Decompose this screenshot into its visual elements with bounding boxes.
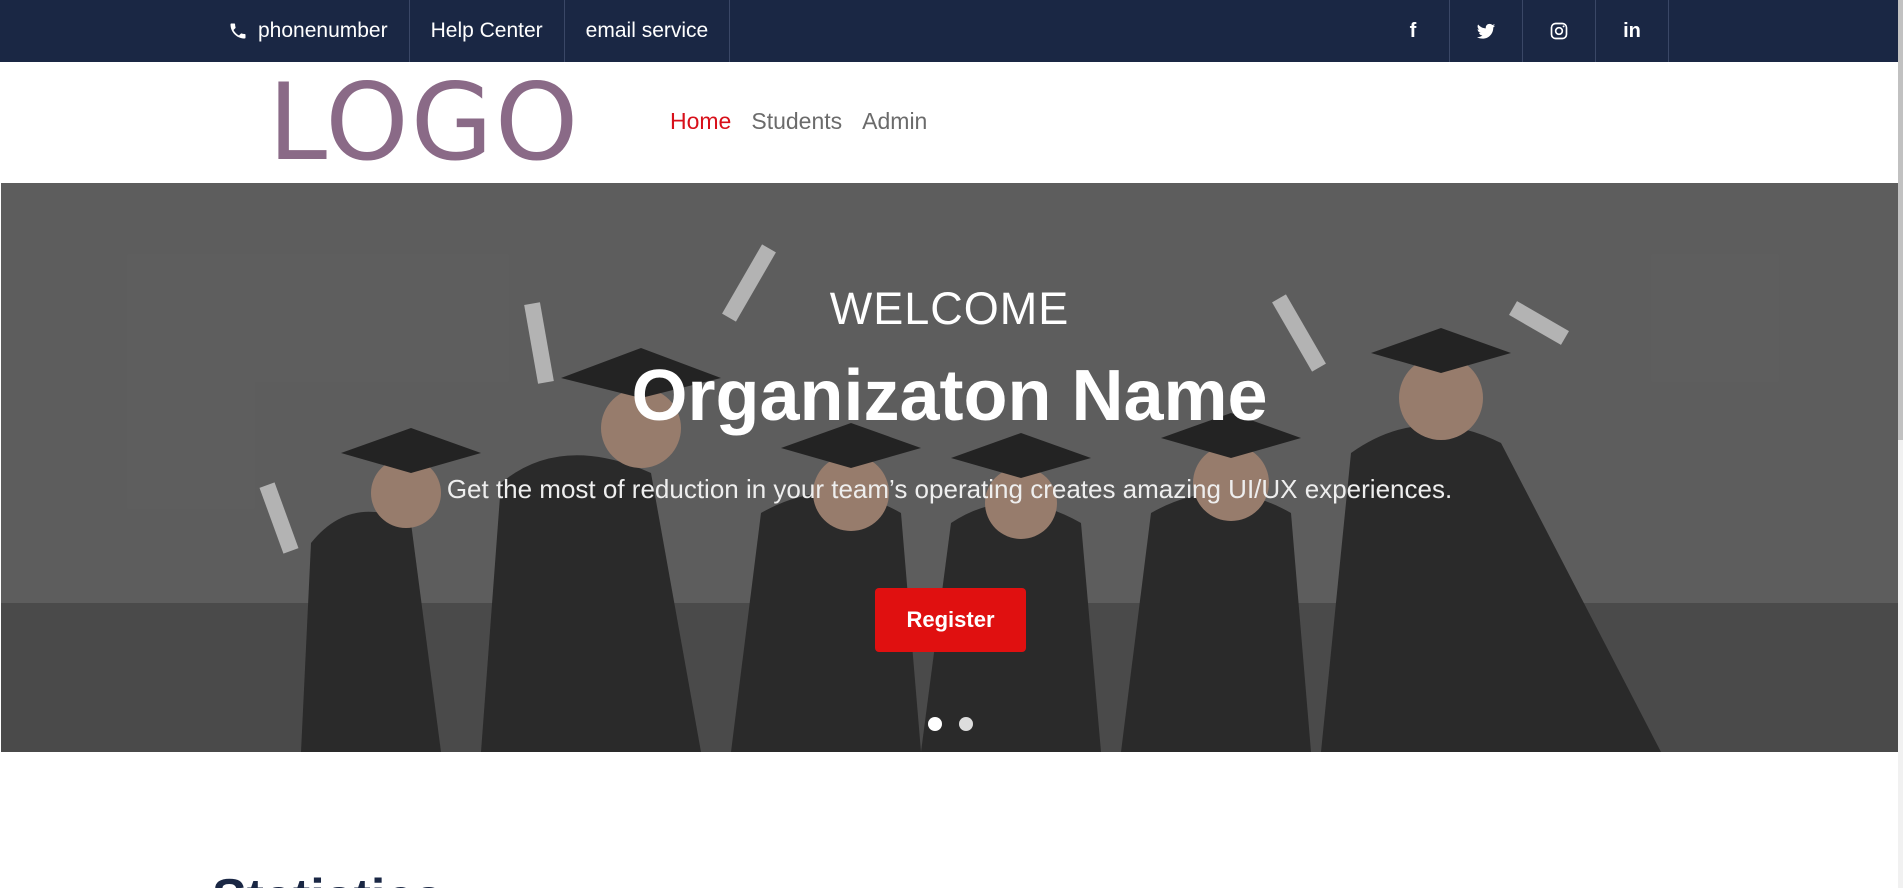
- scrollbar-thumb[interactable]: [1898, 0, 1903, 440]
- facebook-icon[interactable]: f: [1377, 0, 1450, 62]
- main-nav: Home Students Admin: [670, 108, 927, 135]
- section-heading: Statistics: [212, 868, 443, 888]
- page-scrollbar[interactable]: [1898, 0, 1903, 888]
- nav-home[interactable]: Home: [670, 108, 731, 135]
- logo[interactable]: LOGO: [268, 70, 580, 176]
- nav-admin[interactable]: Admin: [862, 108, 927, 135]
- carousel-dot-2[interactable]: [959, 717, 973, 731]
- phone-icon: [228, 21, 248, 41]
- help-center-link[interactable]: Help Center: [410, 0, 565, 62]
- hero-content: WELCOME Organizaton Name Get the most of…: [1, 183, 1898, 752]
- twitter-icon[interactable]: [1450, 0, 1523, 62]
- hero-welcome: WELCOME: [829, 283, 1070, 334]
- phone-link[interactable]: phonenumber: [212, 0, 410, 62]
- hero-tagline: Get the most of reduction in your team’s…: [446, 474, 1453, 504]
- carousel-indicators: [928, 717, 973, 731]
- top-bar: phonenumber Help Center email service f …: [0, 0, 1903, 62]
- social-links: f in: [1377, 0, 1669, 62]
- email-service-link[interactable]: email service: [565, 0, 731, 62]
- facebook-glyph: f: [1409, 19, 1417, 42]
- phone-label: phonenumber: [258, 19, 388, 42]
- hero-title: Organizaton Name: [631, 356, 1268, 436]
- contact-links: phonenumber Help Center email service: [212, 0, 731, 62]
- carousel-dot-1[interactable]: [928, 717, 942, 731]
- site-header: LOGO Home Students Admin: [0, 62, 1903, 183]
- instagram-icon[interactable]: [1523, 0, 1596, 62]
- register-button[interactable]: Register: [875, 588, 1026, 652]
- linkedin-icon[interactable]: in: [1596, 0, 1669, 62]
- linkedin-glyph: in: [1623, 19, 1641, 42]
- nav-students[interactable]: Students: [751, 108, 842, 135]
- hero-carousel: WELCOME Organizaton Name Get the most of…: [1, 183, 1898, 752]
